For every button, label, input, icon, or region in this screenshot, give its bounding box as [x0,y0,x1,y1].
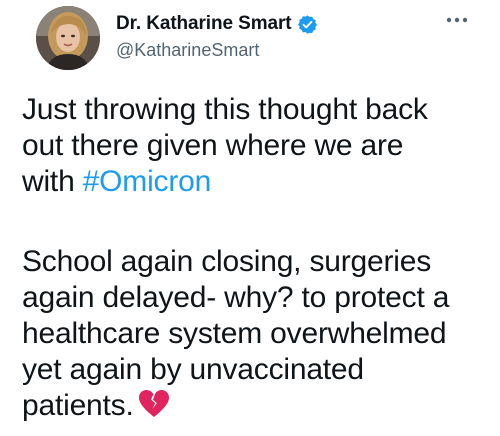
more-options-button[interactable] [444,10,470,30]
tweet-line: out there given where we are [22,129,404,162]
tweet-line-text: patients. [22,389,134,422]
tweet-line: Just throwing this thought back [22,93,428,126]
tweet-line: yet again by unvaccinated [22,353,364,386]
display-name-row: Dr. Katharine Smart [116,12,318,36]
tweet-card: Dr. Katharine Smart @KatharineSmart Just… [0,0,500,436]
hashtag-link[interactable]: #Omicron [83,165,212,198]
tweet-text: Just throwing this thought back out ther… [22,92,492,428]
tweet-line: School again closing, surgeries [22,245,432,278]
broken-heart-icon [138,389,170,428]
tweet-line-prefix: with [22,165,83,198]
paragraph-break [22,200,492,244]
author-names: Dr. Katharine Smart @KatharineSmart [116,12,318,61]
tweet-line: with #Omicron [22,164,492,200]
tweet-line: again delayed- why? to protect a [22,281,450,314]
tweet-line: patients. [22,388,492,428]
author-handle[interactable]: @KatharineSmart [116,40,318,61]
tweet-header: Dr. Katharine Smart @KatharineSmart [18,0,482,80]
avatar[interactable] [36,6,100,70]
verified-badge-icon [297,14,318,35]
more-options-icon [446,17,468,23]
tweet-line: healthcare system overwhelmed [22,317,447,350]
display-name[interactable]: Dr. Katharine Smart [116,13,292,35]
profile-photo-icon [36,6,100,70]
